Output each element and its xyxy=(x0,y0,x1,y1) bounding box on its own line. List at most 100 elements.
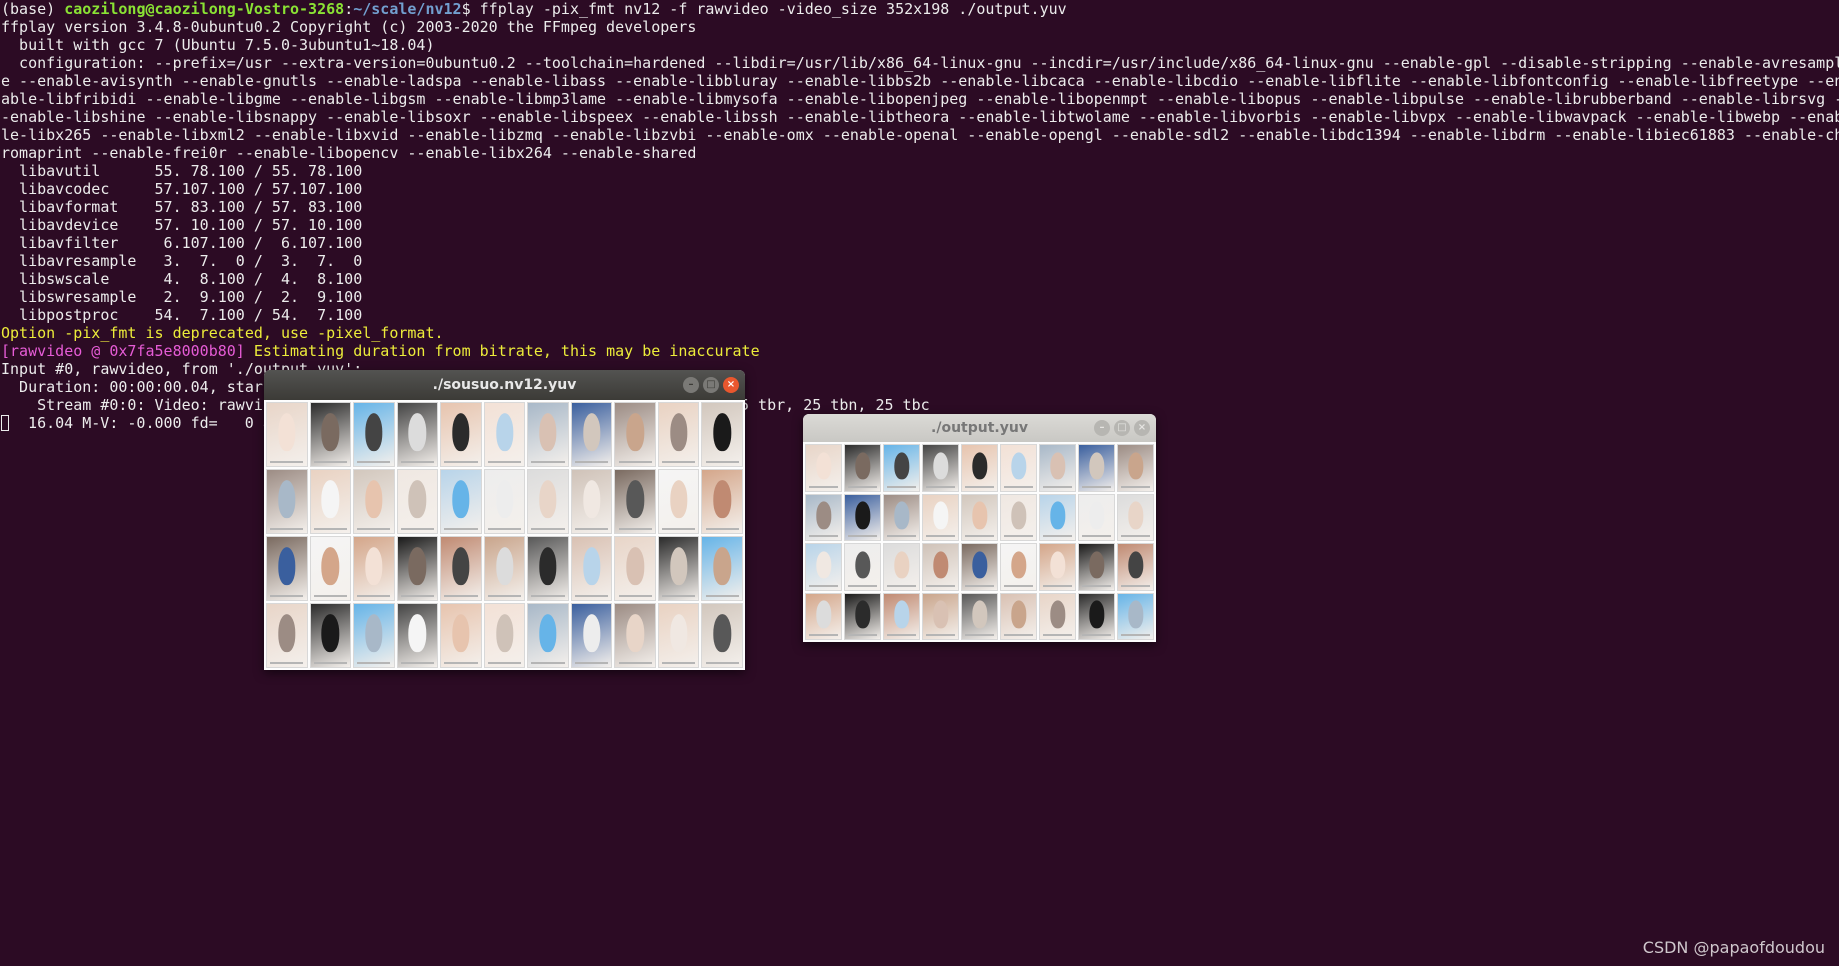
sousuo-video-frame xyxy=(264,400,745,670)
sousuo-window-title: ./sousuo.nv12.yuv xyxy=(432,377,577,393)
output-line: ffplay version 3.4.8-0ubuntu0.2 Copyrigh… xyxy=(1,18,697,36)
thumbnail-image xyxy=(883,592,920,640)
portrait-shape xyxy=(408,413,427,451)
thumbnail-image xyxy=(1000,493,1037,541)
portrait-shape xyxy=(408,480,427,518)
status-line: 16.04 M-V: -0.000 fd= 0 ac xyxy=(10,414,281,432)
portrait-shape xyxy=(452,614,470,652)
thumbnail-image xyxy=(614,603,656,668)
rawvideo-tag: [rawvideo @ 0x7fa5e8000b80] xyxy=(1,342,245,360)
thumbnail-image xyxy=(701,603,744,668)
thumbnail-image xyxy=(1000,444,1037,492)
portrait-shape xyxy=(495,547,514,585)
portrait-shape xyxy=(713,480,731,518)
output-window[interactable]: ./output.yuv – □ × xyxy=(803,414,1156,642)
thumbnail-image xyxy=(266,603,308,668)
portrait-shape xyxy=(893,452,910,480)
minimize-button[interactable]: – xyxy=(1094,420,1110,436)
thumbnail-image xyxy=(657,469,700,534)
thumbnail-image xyxy=(1000,543,1037,591)
portrait-shape xyxy=(1088,452,1105,480)
portrait-shape xyxy=(971,600,988,629)
thumbnail-image xyxy=(1117,592,1154,640)
portrait-shape xyxy=(582,547,601,585)
output-line: -enable-libshine --enable-libsnappy --en… xyxy=(1,108,1839,126)
portrait-shape xyxy=(495,614,514,652)
thumbnail-image xyxy=(883,543,920,591)
portrait-shape xyxy=(321,413,340,451)
thumbnail-row xyxy=(805,444,1154,492)
thumbnail-grid xyxy=(264,400,745,670)
portrait-shape xyxy=(321,547,340,585)
thumbnail-image xyxy=(309,536,352,601)
thumbnail-image xyxy=(1039,592,1076,640)
thumbnail-image xyxy=(396,603,439,668)
portrait-shape xyxy=(1088,600,1105,629)
portrait-shape xyxy=(582,413,601,451)
portrait-shape xyxy=(893,551,910,579)
thumbnail-image xyxy=(614,402,656,467)
portrait-shape xyxy=(815,600,832,629)
portrait-shape xyxy=(815,452,832,480)
thumbnail-row xyxy=(266,603,744,668)
portrait-shape xyxy=(626,614,644,652)
portrait-shape xyxy=(1088,551,1105,579)
output-line: libavcodec 57.107.100 / 57.107.100 xyxy=(1,180,363,198)
prompt-line: (base) caozilong@caozilong-Vostro-3268:~… xyxy=(1,0,1067,18)
thumbnail-image xyxy=(657,603,700,668)
thumbnail-image xyxy=(1078,444,1115,492)
thumbnail-image xyxy=(527,603,569,668)
portrait-shape xyxy=(669,614,688,652)
thumbnail-image xyxy=(570,402,613,467)
portrait-shape xyxy=(452,413,470,451)
portrait-shape xyxy=(1127,600,1144,629)
sousuo-window[interactable]: ./sousuo.nv12.yuv – □ × xyxy=(264,370,745,670)
sousuo-titlebar[interactable]: ./sousuo.nv12.yuv – □ × xyxy=(264,370,745,400)
portrait-shape xyxy=(539,480,557,518)
portrait-shape xyxy=(893,501,910,530)
portrait-shape xyxy=(539,413,557,451)
close-button[interactable]: × xyxy=(1134,420,1150,436)
thumbnail-image xyxy=(961,592,998,640)
thumbnail-image xyxy=(396,469,439,534)
thumbnail-image xyxy=(440,469,482,534)
thumbnail-image xyxy=(961,543,998,591)
output-line: libpostproc 54. 7.100 / 54. 7.100 xyxy=(1,306,363,324)
minimize-button[interactable]: – xyxy=(683,377,699,393)
output-video-frame xyxy=(803,442,1156,642)
thumbnail-image xyxy=(353,469,395,534)
portrait-shape xyxy=(539,614,557,652)
stream-line: Stream #0:0: Video: rawvic xyxy=(1,396,272,414)
prompt-command: $ ffplay -pix_fmt nv12 -f rawvideo -vide… xyxy=(461,0,1067,18)
output-line: libavutil 55. 78.100 / 55. 78.100 xyxy=(1,162,363,180)
portrait-shape xyxy=(932,600,949,629)
close-button[interactable]: × xyxy=(723,377,739,393)
output-line: libavdevice 57. 10.100 / 57. 10.100 xyxy=(1,216,363,234)
prompt-path: ~/scale/nv12 xyxy=(353,0,462,18)
thumbnail-image xyxy=(805,444,842,492)
thumbnail-image xyxy=(527,402,569,467)
thumbnail-image xyxy=(483,469,526,534)
thumbnail-image xyxy=(844,493,881,541)
portrait-shape xyxy=(278,614,296,652)
thumbnail-row xyxy=(805,592,1154,640)
output-line: libavresample 3. 7. 0 / 3. 7. 0 xyxy=(1,252,363,270)
portrait-shape xyxy=(713,547,731,585)
thumbnail-image xyxy=(570,536,613,601)
thumbnail-image xyxy=(396,402,439,467)
output-window-title: ./output.yuv xyxy=(931,420,1028,436)
maximize-button[interactable]: □ xyxy=(703,377,719,393)
thumbnail-image xyxy=(701,469,744,534)
portrait-shape xyxy=(854,501,871,530)
portrait-shape xyxy=(321,614,340,652)
prompt-env: (base) xyxy=(1,0,65,18)
prompt-colon: : xyxy=(344,0,354,18)
portrait-shape xyxy=(713,413,731,451)
output-titlebar[interactable]: ./output.yuv – □ × xyxy=(803,414,1156,442)
thumbnail-image xyxy=(266,402,308,467)
maximize-button[interactable]: □ xyxy=(1114,420,1130,436)
portrait-shape xyxy=(365,614,383,652)
output-line: libswscale 4. 8.100 / 4. 8.100 xyxy=(1,270,363,288)
thumbnail-image xyxy=(883,444,920,492)
portrait-shape xyxy=(1127,452,1144,480)
